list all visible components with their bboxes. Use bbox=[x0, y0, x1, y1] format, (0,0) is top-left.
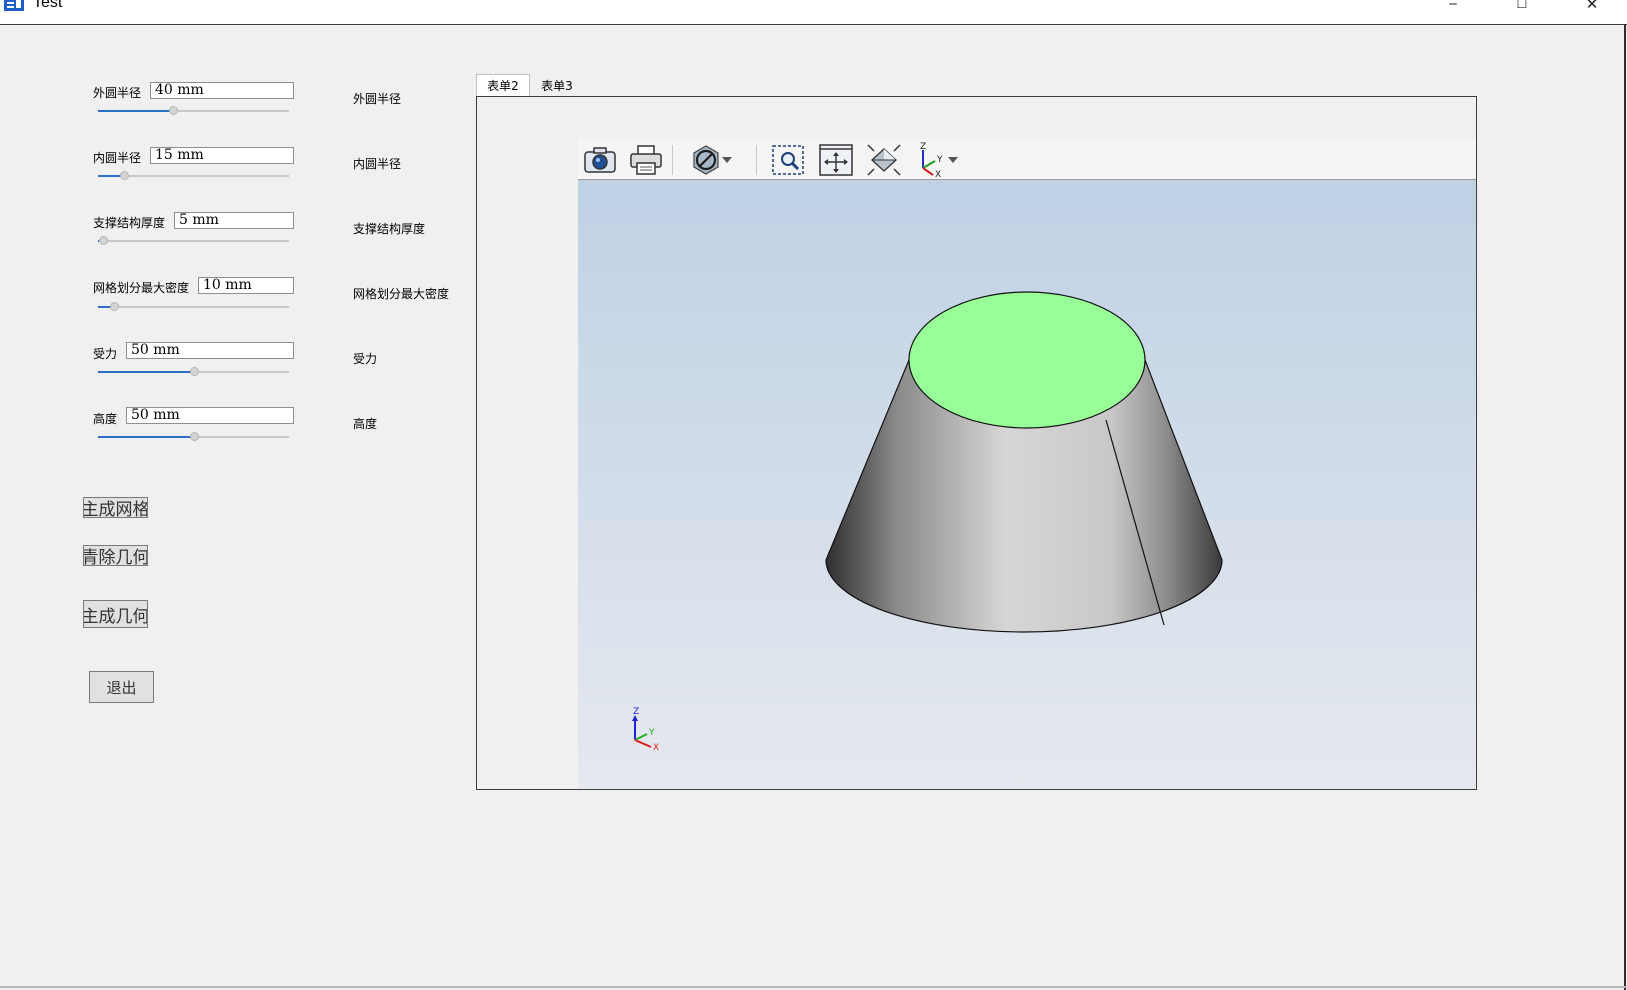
slider-handle[interactable] bbox=[110, 302, 119, 311]
axis-view-dropdown[interactable] bbox=[944, 142, 962, 178]
inner-radius-display: 内圆半径 bbox=[353, 157, 402, 171]
outer-radius-slider[interactable] bbox=[98, 106, 289, 115]
slider-handle[interactable] bbox=[169, 106, 178, 115]
axis-view-button[interactable]: Z Y X bbox=[912, 142, 948, 178]
mesh-density-slider[interactable] bbox=[98, 302, 289, 311]
support-thickness-display: 支撑结构厚度 bbox=[353, 222, 426, 236]
print-icon bbox=[630, 145, 662, 175]
height-label: 高度 bbox=[93, 412, 118, 426]
generate-geometry-button[interactable]: 主成几何 bbox=[83, 600, 148, 628]
slider-handle[interactable] bbox=[99, 236, 108, 245]
toolbar-separator bbox=[756, 145, 757, 175]
support-thickness-slider[interactable] bbox=[98, 236, 289, 245]
chevron-down-icon bbox=[722, 157, 732, 163]
window-title: Test bbox=[33, 0, 63, 11]
mesh-density-label: 网格划分最大密度 bbox=[93, 281, 190, 295]
svg-text:X: X bbox=[935, 170, 941, 178]
isometric-view-button[interactable] bbox=[866, 142, 902, 178]
generate-mesh-button[interactable]: 主成网格 bbox=[83, 497, 148, 518]
3d-scene[interactable]: Z Y X bbox=[578, 180, 1476, 789]
close-icon: ✕ bbox=[1585, 0, 1599, 13]
axis-y-label: Y bbox=[648, 728, 655, 738]
tab-form3[interactable]: 表单3 bbox=[530, 74, 584, 96]
snapshot-button[interactable] bbox=[582, 142, 618, 178]
window-border bbox=[1624, 24, 1626, 990]
outer-radius-label: 外圆半径 bbox=[93, 86, 142, 100]
inner-radius-label: 内圆半径 bbox=[93, 151, 142, 165]
isometric-view-icon bbox=[867, 144, 901, 176]
app-icon bbox=[4, 0, 24, 11]
cone-model bbox=[825, 291, 1223, 633]
support-thickness-label: 支撑结构厚度 bbox=[93, 216, 166, 230]
clip-plane-dropdown[interactable] bbox=[718, 142, 736, 178]
clear-geometry-button[interactable]: 青除几何 bbox=[83, 545, 148, 566]
inner-radius-input[interactable]: 15 mm bbox=[150, 147, 294, 164]
fit-all-icon bbox=[819, 144, 853, 176]
slider-handle[interactable] bbox=[190, 367, 199, 376]
height-slider[interactable] bbox=[98, 432, 289, 441]
zoom-area-button[interactable] bbox=[770, 142, 806, 178]
toolbar-separator bbox=[672, 145, 673, 175]
maximize-button[interactable]: ☐ bbox=[1502, 0, 1542, 16]
title-bar: Test ─ ☐ ✕ bbox=[0, 0, 1627, 25]
maximize-icon: ☐ bbox=[1516, 0, 1528, 11]
inner-radius-slider[interactable] bbox=[98, 171, 289, 180]
fit-all-button[interactable] bbox=[818, 142, 854, 178]
exit-button[interactable]: 退出 bbox=[89, 671, 154, 703]
support-thickness-input[interactable]: 5 mm bbox=[174, 212, 294, 229]
slider-fill bbox=[98, 436, 195, 438]
mesh-density-display: 网格划分最大密度 bbox=[353, 287, 450, 301]
force-label: 受力 bbox=[93, 347, 118, 361]
axis-z-label: Z bbox=[633, 707, 639, 717]
outer-radius-input[interactable]: 40 mm bbox=[150, 82, 294, 99]
axis-x-label: X bbox=[653, 743, 659, 753]
force-display: 受力 bbox=[353, 352, 378, 366]
chevron-down-icon bbox=[948, 157, 958, 163]
minimize-icon: ─ bbox=[1449, 0, 1457, 11]
viewer-toolbar: Z Y X bbox=[578, 139, 1476, 180]
tab-form2[interactable]: 表单2 bbox=[476, 74, 530, 96]
force-input[interactable]: 50 mm bbox=[126, 342, 294, 359]
svg-text:Z: Z bbox=[920, 142, 926, 152]
minimize-button[interactable]: ─ bbox=[1433, 0, 1473, 16]
zoom-area-icon bbox=[772, 145, 804, 175]
axis-triad: Z Y X bbox=[632, 707, 659, 753]
force-slider[interactable] bbox=[98, 367, 289, 376]
slider-handle[interactable] bbox=[190, 432, 199, 441]
window-border-bottom bbox=[0, 986, 1627, 988]
slider-handle[interactable] bbox=[120, 171, 129, 180]
close-button[interactable]: ✕ bbox=[1572, 0, 1612, 16]
svg-text:Y: Y bbox=[936, 155, 943, 165]
height-input[interactable]: 50 mm bbox=[126, 407, 294, 424]
slider-fill bbox=[98, 110, 174, 112]
height-display: 高度 bbox=[353, 417, 378, 431]
print-button[interactable] bbox=[628, 142, 664, 178]
mesh-density-input[interactable]: 10 mm bbox=[198, 277, 294, 294]
camera-icon bbox=[584, 147, 616, 173]
slider-fill bbox=[98, 371, 195, 373]
cone-top-face bbox=[908, 291, 1146, 429]
outer-radius-display: 外圆半径 bbox=[353, 92, 402, 106]
axis-view-icon: Z Y X bbox=[920, 142, 943, 178]
3d-viewer[interactable]: Z Y X Z Y X bbox=[578, 139, 1476, 789]
